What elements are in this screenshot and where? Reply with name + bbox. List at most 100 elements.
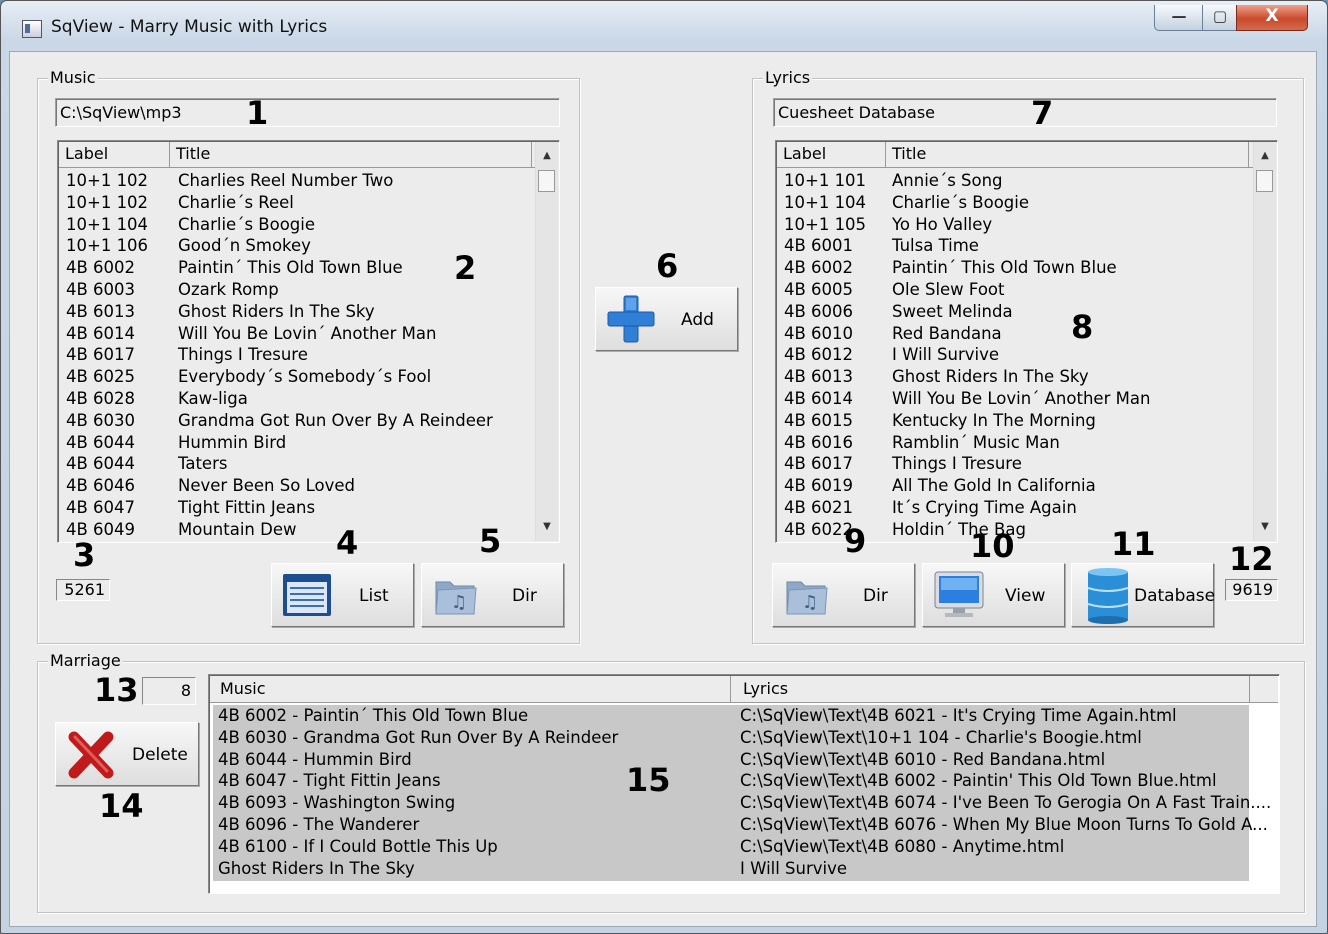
callout-8: 8: [1071, 308, 1094, 346]
item-title: Yo Ho Valley: [892, 214, 993, 234]
list-item[interactable]: 4B 6044 Hummin Bird: [60, 432, 530, 454]
list-item[interactable]: 4B 6044 Taters: [60, 453, 530, 475]
item-title: Ramblin´ Music Man: [892, 432, 1060, 452]
list-item[interactable]: 4B 6014 Will You Be Lovin´ Another Man: [60, 323, 530, 345]
list-item[interactable]: 10+1 104 Charlie´s Boogie: [60, 214, 530, 236]
list-item[interactable]: 4B 6012 I Will Survive: [778, 344, 1248, 366]
list-button[interactable]: List: [271, 563, 414, 627]
lyrics-col-label[interactable]: Label: [777, 142, 886, 167]
scroll-down-icon[interactable]: ▼: [536, 517, 558, 537]
scroll-up-icon[interactable]: ▲: [536, 146, 558, 166]
table-row[interactable]: 4B 6100 - If I Could Bottle This Up C:\Sq…: [213, 836, 1249, 858]
add-button[interactable]: Add: [595, 287, 738, 351]
item-label: 4B 6002: [784, 258, 854, 278]
maximize-button[interactable]: ▢: [1202, 5, 1238, 31]
window-title: SqView - Marry Music with Lyrics: [51, 17, 328, 37]
marriage-music-cell: 4B 6096 - The Wanderer: [218, 815, 420, 834]
list-item[interactable]: 4B 6028 Kaw-liga: [60, 388, 530, 410]
delete-button[interactable]: Delete: [55, 722, 199, 786]
scroll-up-icon[interactable]: ▲: [1254, 146, 1276, 166]
item-label: 4B 6015: [784, 410, 854, 430]
list-item[interactable]: 4B 6017 Things I Tresure: [60, 344, 530, 366]
list-item[interactable]: 4B 6015 Kentucky In The Morning: [778, 410, 1248, 432]
list-item[interactable]: 4B 6010 Red Bandana: [778, 323, 1248, 345]
lyrics-dir-label: Dir: [863, 586, 888, 606]
list-item[interactable]: 4B 6002 Paintin´ This Old Town Blue: [778, 257, 1248, 279]
lyrics-scrollbar[interactable]: ▲ ▼: [1253, 142, 1276, 541]
scroll-thumb[interactable]: [1256, 170, 1273, 192]
scroll-thumb[interactable]: [538, 170, 555, 192]
marriage-list[interactable]: Music Lyrics 4B 6002 - Paintin´ This Old…: [208, 674, 1280, 894]
music-dir-button[interactable]: ♫ Dir: [421, 563, 564, 627]
list-item[interactable]: 10+1 102 Charlies Reel Number Two: [60, 170, 530, 192]
lyrics-col-title[interactable]: Title: [886, 142, 1249, 167]
table-row[interactable]: Ghost Riders In The Sky I Will Survive: [213, 858, 1249, 880]
music-col-title[interactable]: Title: [170, 142, 532, 167]
close-button[interactable]: X: [1236, 5, 1308, 31]
list-item[interactable]: 4B 6046 Never Been So Loved: [60, 475, 530, 497]
marriage-col-lyrics[interactable]: Lyrics: [731, 676, 1250, 702]
list-item[interactable]: 4B 6001 Tulsa Time: [778, 235, 1248, 257]
callout-1: 1: [246, 94, 269, 132]
music-folder-icon: ♫: [435, 581, 477, 615]
callout-11: 11: [1111, 525, 1156, 563]
item-label: 4B 6021: [784, 498, 854, 517]
lyrics-dir-button[interactable]: ♫ Dir: [772, 563, 915, 627]
list-item[interactable]: 4B 6017 Things I Tresure: [778, 453, 1248, 475]
list-item[interactable]: 4B 6021 It´s Crying Time Again: [778, 497, 1248, 519]
list-item[interactable]: 4B 6025 Everybody´s Somebody´s Fool: [60, 366, 530, 388]
list-item[interactable]: 4B 6006 Sweet Melinda: [778, 301, 1248, 323]
marriage-col-music[interactable]: Music: [210, 676, 731, 702]
item-title: Paintin´ This Old Town Blue: [178, 258, 403, 278]
table-row[interactable]: 4B 6093 - Washington Swing C:\SqView\Text…: [213, 792, 1271, 814]
list-item[interactable]: 4B 6014 Will You Be Lovin´ Another Man: [778, 388, 1248, 410]
lyrics-source-field[interactable]: Cuesheet Database: [773, 98, 1277, 127]
list-item[interactable]: 4B 6049 Mountain Dew: [60, 519, 530, 541]
svg-text:♫: ♫: [451, 592, 467, 613]
item-title: Grandma Got Run Over By A Reindeer: [178, 410, 493, 430]
item-label: 4B 6014: [66, 323, 136, 343]
item-title: Things I Tresure: [892, 454, 1022, 474]
minimize-button[interactable]: —: [1154, 5, 1204, 31]
list-item[interactable]: 4B 6030 Grandma Got Run Over By A Reindee…: [60, 410, 530, 432]
music-list[interactable]: Label Title 10+1 102 Charlies Reel Number…: [57, 140, 560, 543]
scroll-down-icon[interactable]: ▼: [1254, 517, 1276, 537]
add-button-label: Add: [681, 310, 714, 330]
list-item[interactable]: 4B 6013 Ghost Riders In The Sky: [60, 301, 530, 323]
marriage-music-cell: 4B 6044 - Hummin Bird: [218, 749, 412, 769]
table-row[interactable]: 4B 6044 - Hummin Bird C:\SqView\Text\4B 6…: [213, 749, 1249, 771]
list-item[interactable]: 4B 6047 Tight Fittin Jeans: [60, 497, 530, 519]
item-title: Tight Fittin Jeans: [178, 498, 316, 517]
marriage-lyrics-cell: C:\SqView\Text\4B 6074 - I've Been To Ge…: [740, 793, 1272, 813]
list-item[interactable]: 10+1 104 Charlie´s Boogie: [778, 192, 1248, 214]
list-item[interactable]: 4B 6016 Ramblin´ Music Man: [778, 432, 1248, 454]
list-item[interactable]: 10+1 102 Charlie´s Reel: [60, 192, 530, 214]
item-title: Never Been So Loved: [178, 476, 355, 496]
item-label: 4B 6014: [784, 389, 854, 408]
music-path-field[interactable]: C:\SqView\mp3: [55, 98, 560, 127]
lyrics-list-header: Label Title: [777, 142, 1255, 168]
view-button[interactable]: View: [922, 563, 1065, 627]
list-item[interactable]: 4B 6013 Ghost Riders In The Sky: [778, 366, 1248, 388]
table-row[interactable]: 4B 6002 - Paintin´ This Old Town Blue C:\…: [213, 705, 1249, 727]
table-row[interactable]: 4B 6096 - The Wanderer C:\SqView\Text\4B …: [213, 814, 1268, 836]
list-item[interactable]: 4B 6019 All The Gold In California: [778, 475, 1248, 497]
table-row[interactable]: 4B 6047 - Tight Fittin Jeans C:\SqView\Te…: [213, 770, 1249, 792]
music-scrollbar[interactable]: ▲ ▼: [535, 142, 558, 541]
item-label: 4B 6006: [784, 301, 854, 321]
item-label: 4B 6002: [66, 258, 136, 278]
list-item[interactable]: 10+1 101 Annie´s Song: [778, 170, 1248, 192]
database-button[interactable]: Database: [1071, 563, 1215, 627]
callout-7: 7: [1031, 94, 1054, 132]
table-row[interactable]: 4B 6030 - Grandma Got Run Over By A Rein…: [213, 727, 1249, 749]
list-item[interactable]: 4B 6005 Ole Slew Foot: [778, 279, 1248, 301]
item-label: 4B 6013: [66, 301, 136, 321]
music-col-label[interactable]: Label: [59, 142, 170, 167]
list-item[interactable]: 10+1 105 Yo Ho Valley: [778, 214, 1248, 236]
item-title: Mountain Dew: [178, 519, 297, 539]
item-label: 4B 6028: [66, 389, 136, 408]
close-icon: X: [1265, 6, 1279, 26]
lyrics-list[interactable]: Label Title 10+1 101 Annie´s Song 10+1 104…: [775, 140, 1278, 543]
callout-4: 4: [336, 524, 359, 562]
item-label: 4B 6016: [784, 432, 854, 452]
